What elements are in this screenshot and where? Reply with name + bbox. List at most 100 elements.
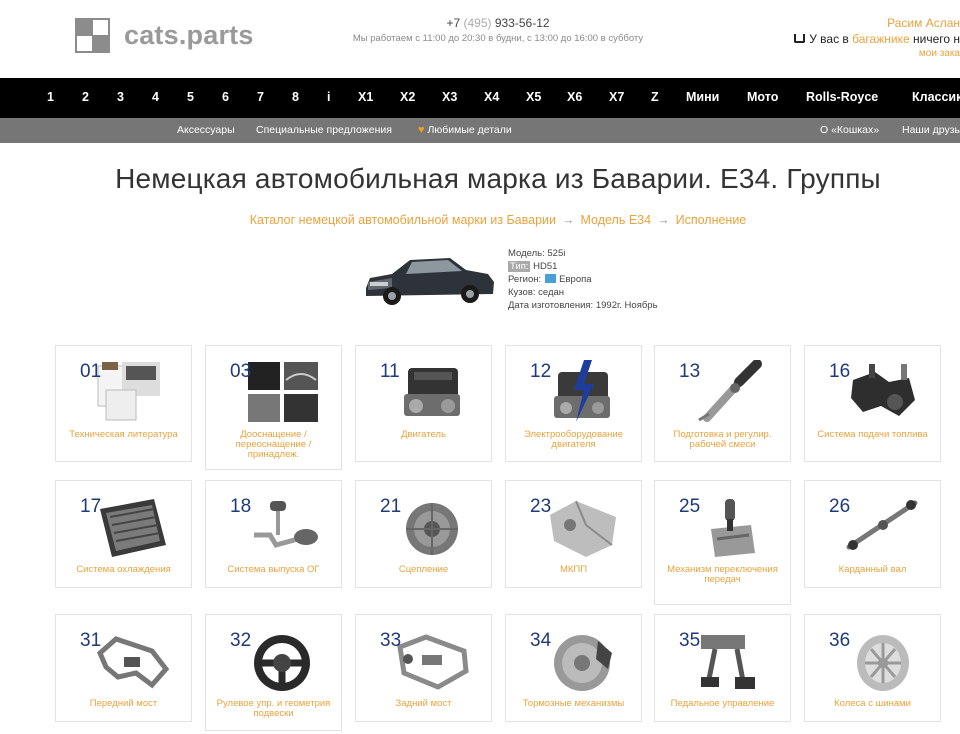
group-label[interactable]: Сцепление bbox=[362, 565, 485, 575]
steering-wheel-icon bbox=[254, 635, 310, 691]
nav-series-x2[interactable]: X2 bbox=[400, 90, 415, 104]
breadcrumb-model[interactable]: Модель E34 bbox=[581, 213, 652, 227]
car-model-row: Модель: 525i bbox=[508, 247, 658, 260]
group-number: 23 bbox=[530, 496, 552, 517]
group-card-11[interactable]: 11 Двигатель bbox=[355, 345, 492, 462]
group-card-36[interactable]: 36 Колеса с шинами bbox=[804, 614, 941, 722]
group-card-12[interactable]: 12 Электрооборудование двигателя bbox=[505, 345, 642, 462]
subnav-about[interactable]: О «Кошках» bbox=[820, 124, 879, 136]
group-card-26[interactable]: 26 Карданный вал bbox=[804, 480, 941, 588]
subnav-offers[interactable]: Специальные предложения bbox=[256, 124, 392, 136]
group-label[interactable]: Тормозные механизмы bbox=[512, 699, 635, 709]
nav-moto[interactable]: Мото bbox=[747, 90, 778, 104]
nav-series-7[interactable]: 7 bbox=[257, 90, 264, 104]
exhaust-icon bbox=[254, 501, 318, 548]
group-card-21[interactable]: 21 Сцепление bbox=[355, 480, 492, 588]
subnav-favorites-label: Любимые детали bbox=[427, 124, 512, 136]
brake-disc-icon bbox=[554, 635, 612, 691]
group-label[interactable]: Система выпуска ОГ bbox=[212, 565, 335, 575]
accessories-icon bbox=[248, 362, 318, 422]
cart-link[interactable]: багажнике bbox=[852, 32, 909, 46]
nav-series-x3[interactable]: X3 bbox=[442, 90, 457, 104]
nav-series-8[interactable]: 8 bbox=[292, 90, 299, 104]
header: cats.parts +7 (495) 933-56-12 Мы работае… bbox=[0, 0, 960, 78]
group-card-13[interactable]: 13 Подготовка и регулир. рабочей смеси bbox=[654, 345, 791, 462]
group-card-32[interactable]: 32 Рулевое упр. и геометрия подвески bbox=[205, 614, 342, 731]
main-nav: 1 2 3 4 5 6 7 8 i X1 X2 X3 X4 X5 X6 X7 Z… bbox=[0, 78, 960, 118]
cart-post: ничего н bbox=[912, 32, 960, 46]
group-card-35[interactable]: 35 Педальное управление bbox=[654, 614, 791, 722]
group-number: 17 bbox=[80, 496, 102, 517]
group-number: 21 bbox=[380, 496, 402, 517]
group-label[interactable]: Двигатель bbox=[362, 430, 485, 440]
nav-mini[interactable]: Мини bbox=[686, 90, 719, 104]
user-block: Расим Аслан У вас в багажнике ничего н м… bbox=[794, 16, 960, 59]
nav-series-3[interactable]: 3 bbox=[117, 90, 124, 104]
nav-series-2[interactable]: 2 bbox=[82, 90, 89, 104]
subnav-favorites[interactable]: ♥ Любимые детали bbox=[418, 124, 512, 136]
group-label[interactable]: Система охлаждения bbox=[62, 565, 185, 575]
group-label[interactable]: Передний мост bbox=[62, 699, 185, 709]
nav-rolls-royce[interactable]: Rolls-Royce bbox=[806, 90, 878, 104]
group-card-23[interactable]: 23 МКПП bbox=[505, 480, 642, 588]
breadcrumb-catalog[interactable]: Каталог немецкой автомобильной марки из … bbox=[250, 213, 556, 227]
group-label[interactable]: Карданный вал bbox=[811, 565, 934, 575]
electric-engine-icon bbox=[554, 360, 610, 422]
breadcrumb-arrow-icon: → bbox=[657, 213, 670, 227]
car-body-label: Кузов: bbox=[508, 287, 536, 298]
nav-series-4[interactable]: 4 bbox=[152, 90, 159, 104]
injector-icon bbox=[698, 360, 762, 422]
group-card-01[interactable]: 01 Техническая литература bbox=[55, 345, 192, 462]
group-number: 35 bbox=[679, 630, 701, 651]
nav-series-5[interactable]: 5 bbox=[187, 90, 194, 104]
nav-series-x5[interactable]: X5 bbox=[526, 90, 541, 104]
group-label[interactable]: Электрооборудование двигателя bbox=[512, 430, 635, 450]
group-card-18[interactable]: 18 Система выпуска ОГ bbox=[205, 480, 342, 588]
nav-classic[interactable]: Классика bbox=[912, 90, 960, 104]
group-label[interactable]: МКПП bbox=[512, 565, 635, 575]
my-orders-link[interactable]: мои зака bbox=[794, 48, 960, 59]
nav-series-6[interactable]: 6 bbox=[222, 90, 229, 104]
phone-number[interactable]: 933-56-12 bbox=[495, 16, 550, 30]
group-label[interactable]: Подготовка и регулир. рабочей смеси bbox=[661, 430, 784, 450]
group-label[interactable]: Педальное управление bbox=[661, 699, 784, 709]
car-body-row: Кузов: седан bbox=[508, 286, 658, 299]
group-card-25[interactable]: 25 Механизм переключения передач bbox=[654, 480, 791, 605]
subnav-friends[interactable]: Наши друзь bbox=[902, 124, 960, 136]
group-number: 12 bbox=[530, 361, 552, 382]
nav-series-1[interactable]: 1 bbox=[47, 90, 54, 104]
group-card-03[interactable]: 03 Дооснащение / переоснащение / принадле… bbox=[205, 345, 342, 470]
group-label[interactable]: Механизм переключения передач bbox=[661, 565, 784, 585]
group-label[interactable]: Техническая литература bbox=[62, 430, 185, 440]
car-info: Модель: 525i Тип: HD51 Регион: Европа Куз… bbox=[508, 247, 658, 312]
breadcrumb-version[interactable]: Исполнение bbox=[676, 213, 747, 227]
nav-series-x4[interactable]: X4 bbox=[484, 90, 499, 104]
group-number: 16 bbox=[829, 361, 851, 382]
page-title: Немецкая автомобильная марка из Баварии.… bbox=[115, 163, 881, 194]
group-card-17[interactable]: 17 Система охлаждения bbox=[55, 480, 192, 588]
nav-series-i[interactable]: i bbox=[327, 90, 330, 104]
group-label[interactable]: Задний мост bbox=[362, 699, 485, 709]
car-image bbox=[366, 258, 494, 305]
site-logo[interactable]: cats.parts bbox=[75, 18, 254, 53]
user-name-link[interactable]: Расим Аслан bbox=[794, 16, 960, 30]
group-label[interactable]: Система подачи топлива bbox=[811, 430, 934, 440]
subnav-accessories[interactable]: Аксессуары bbox=[177, 124, 235, 136]
nav-series-z[interactable]: Z bbox=[651, 90, 659, 104]
group-number: 11 bbox=[380, 361, 400, 382]
car-type-row: Тип: HD51 bbox=[508, 260, 658, 273]
nav-series-x1[interactable]: X1 bbox=[358, 90, 373, 104]
group-card-34[interactable]: 34 Тормозные механизмы bbox=[505, 614, 642, 722]
group-label[interactable]: Рулевое упр. и геометрия подвески bbox=[212, 699, 335, 719]
group-card-33[interactable]: 33 Задний мост bbox=[355, 614, 492, 722]
nav-series-x7[interactable]: X7 bbox=[609, 90, 624, 104]
nav-series-x6[interactable]: X6 bbox=[567, 90, 582, 104]
group-card-16[interactable]: 16 Система подачи топлива bbox=[804, 345, 941, 462]
group-label[interactable]: Колеса с шинами bbox=[811, 699, 934, 709]
group-label[interactable]: Дооснащение / переоснащение / принадлеж. bbox=[212, 430, 335, 460]
shifter-icon bbox=[711, 499, 755, 557]
phone-prefix: +7 bbox=[446, 16, 461, 30]
front-axle-icon bbox=[96, 636, 170, 689]
group-number: 01 bbox=[80, 361, 102, 382]
group-card-31[interactable]: 31 Передний мост bbox=[55, 614, 192, 722]
